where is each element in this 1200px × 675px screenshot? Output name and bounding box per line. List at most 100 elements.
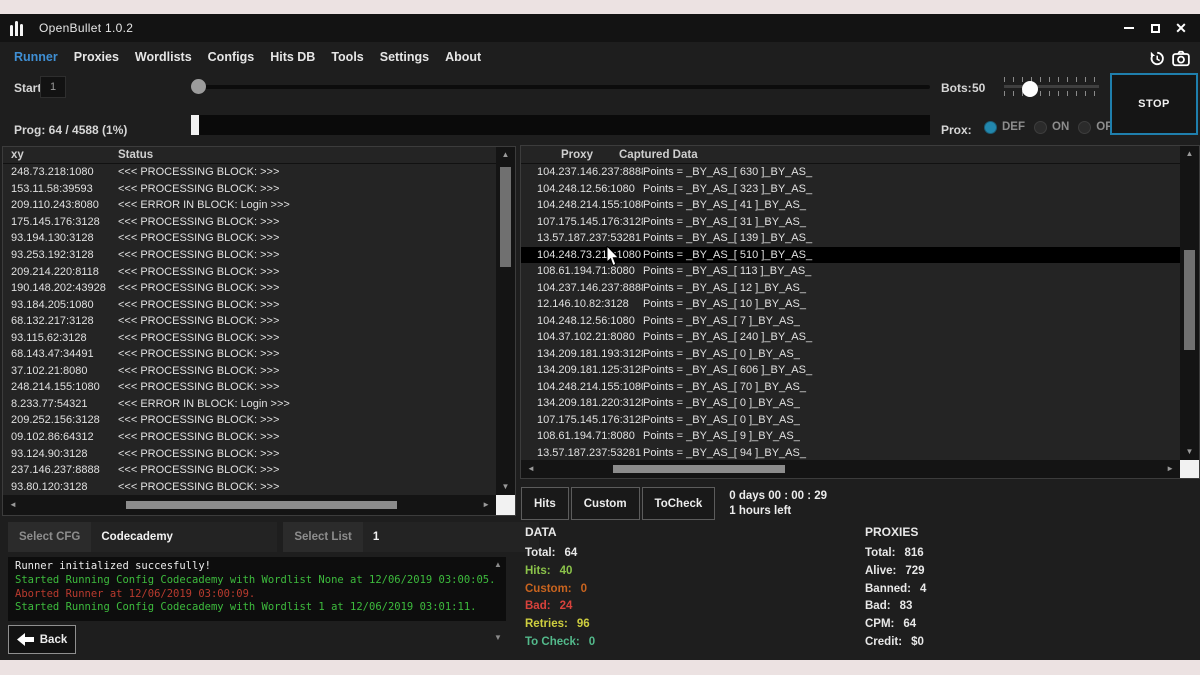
log-line: Runner initialized succesfully! <box>15 560 499 574</box>
scroll-down-icon[interactable]: ▼ <box>1186 448 1194 456</box>
column-header-status[interactable]: Status <box>118 149 515 161</box>
menu-item[interactable]: Proxies <box>74 50 119 64</box>
scroll-up-icon[interactable]: ▲ <box>494 561 502 569</box>
table-row[interactable]: 13.57.187.237:53281 Points = _BY_AS_[ 13… <box>521 230 1180 247</box>
vertical-scrollbar[interactable]: ▲ ▼ <box>1180 146 1199 460</box>
table-row[interactable]: 134.209.181.220:3128 Points = _BY_AS_[ 0… <box>521 395 1180 412</box>
column-header-proxy[interactable]: Proxy <box>521 149 619 161</box>
menu-item[interactable]: Runner <box>14 50 58 64</box>
table-row[interactable]: 13.57.187.237:53281 Points = _BY_AS_[ 94… <box>521 445 1180 461</box>
scroll-up-icon[interactable]: ▲ <box>1186 150 1194 158</box>
table-row[interactable]: 209.252.156:3128 <<< PROCESSING BLOCK: >… <box>3 412 496 429</box>
start-slider-thumb[interactable] <box>191 79 206 94</box>
bots-slider[interactable] <box>1004 77 1099 101</box>
table-row[interactable]: 108.61.194.71:8080 Points = _BY_AS_[ 9 ]… <box>521 428 1180 445</box>
horizontal-scrollbar[interactable]: ◄ ► <box>521 460 1180 478</box>
select-list-button[interactable]: Select List <box>283 522 363 552</box>
table-row[interactable]: 93.80.120:3128 <<< PROCESSING BLOCK: >>> <box>3 478 496 495</box>
table-row[interactable]: 104.248.214.155:1080 Points = _BY_AS_[ 4… <box>521 197 1180 214</box>
log-console[interactable]: Runner initialized succesfully!Started R… <box>8 557 506 621</box>
results-tab[interactable]: Custom <box>571 487 640 520</box>
table-row[interactable]: 68.132.217:3128 <<< PROCESSING BLOCK: >>… <box>3 313 496 330</box>
menu-item[interactable]: Configs <box>208 50 255 64</box>
table-row[interactable]: 190.148.202:43928 <<< PROCESSING BLOCK: … <box>3 280 496 297</box>
start-slider[interactable] <box>191 85 930 89</box>
table-row[interactable]: 209.214.220:8118 <<< PROCESSING BLOCK: >… <box>3 263 496 280</box>
cell-proxy: 93.184.205:1080 <box>3 299 118 311</box>
proxy-mode-radio[interactable]: DEF <box>984 121 1025 134</box>
scroll-down-icon[interactable]: ▼ <box>494 634 502 642</box>
table-row[interactable]: 93.124.90:3128 <<< PROCESSING BLOCK: >>> <box>3 445 496 462</box>
table-row[interactable]: 248.73.218:1080 <<< PROCESSING BLOCK: >>… <box>3 164 496 181</box>
table-row[interactable]: 175.145.176:3128 <<< PROCESSING BLOCK: >… <box>3 214 496 231</box>
start-input[interactable] <box>40 76 66 98</box>
table-row[interactable]: 134.209.181.125:3128 Points = _BY_AS_[ 6… <box>521 362 1180 379</box>
minimize-button[interactable] <box>1116 15 1142 41</box>
history-icon[interactable] <box>1148 50 1165 67</box>
stat-label: CPM: <box>865 618 894 630</box>
bots-slider-thumb[interactable] <box>1022 81 1038 97</box>
menu-item[interactable]: About <box>445 50 481 64</box>
maximize-button[interactable] <box>1142 15 1168 41</box>
column-header-proxy[interactable]: xy <box>3 149 118 161</box>
table-row[interactable]: 104.237.146.237:8888 Points = _BY_AS_[ 6… <box>521 164 1180 181</box>
table-row[interactable]: 104.37.102.21:8080 Points = _BY_AS_[ 240… <box>521 329 1180 346</box>
results-tab[interactable]: Hits <box>521 487 569 520</box>
table-row[interactable]: 237.146.237:8888 <<< PROCESSING BLOCK: >… <box>3 462 496 479</box>
stop-button[interactable]: STOP <box>1110 73 1198 135</box>
table-header: Proxy Captured Data <box>521 146 1199 164</box>
stat-value: 4 <box>920 583 926 595</box>
table-row[interactable]: 93.253.192:3128 <<< PROCESSING BLOCK: >>… <box>3 247 496 264</box>
cell-captured-data: Points = _BY_AS_[ 323 ]_BY_AS_ <box>643 183 1180 195</box>
scrollbar-thumb[interactable] <box>613 465 784 473</box>
menu-item[interactable]: Tools <box>331 50 363 64</box>
table-row[interactable]: 153.11.58:39593 <<< PROCESSING BLOCK: >>… <box>3 181 496 198</box>
table-row[interactable]: 68.143.47:34491 <<< PROCESSING BLOCK: >>… <box>3 346 496 363</box>
table-row[interactable]: 93.115.62:3128 <<< PROCESSING BLOCK: >>> <box>3 329 496 346</box>
table-row[interactable]: 107.175.145.176:3128 Points = _BY_AS_[ 0… <box>521 412 1180 429</box>
scrollbar-thumb[interactable] <box>1184 250 1195 350</box>
close-button[interactable]: ✕ <box>1168 15 1194 41</box>
tick-marks <box>1004 91 1099 96</box>
camera-icon[interactable] <box>1172 50 1190 67</box>
scroll-left-icon[interactable]: ◄ <box>9 501 17 509</box>
back-arrow-icon <box>17 633 34 646</box>
table-row[interactable]: 93.184.205:1080 <<< PROCESSING BLOCK: >>… <box>3 296 496 313</box>
back-button[interactable]: Back <box>8 625 76 654</box>
scroll-down-icon[interactable]: ▼ <box>502 483 510 491</box>
table-row[interactable]: 134.209.181.193:3128 Points = _BY_AS_[ 0… <box>521 346 1180 363</box>
proxy-mode-radio[interactable]: ON <box>1034 121 1069 134</box>
table-row[interactable]: 104.248.12.56:1080 Points = _BY_AS_[ 7 ]… <box>521 313 1180 330</box>
menu-item[interactable]: Wordlists <box>135 50 192 64</box>
menu-item[interactable]: Settings <box>380 50 429 64</box>
table-row[interactable]: 104.237.146.237:8888 Points = _BY_AS_[ 1… <box>521 280 1180 297</box>
scroll-up-icon[interactable]: ▲ <box>502 151 510 159</box>
table-row[interactable]: 09.102.86:64312 <<< PROCESSING BLOCK: >>… <box>3 429 496 446</box>
progress-label: Prog: 64 / 4588 (1%) <box>14 123 127 137</box>
table-row[interactable]: 93.194.130:3128 <<< PROCESSING BLOCK: >>… <box>3 230 496 247</box>
hits-table: Proxy Captured Data 104.237.146.237:8888… <box>520 145 1200 479</box>
table-row[interactable]: 104.248.214.155:1080 Points = _BY_AS_[ 7… <box>521 379 1180 396</box>
cell-captured-data: Points = _BY_AS_[ 70 ]_BY_AS_ <box>643 381 1180 393</box>
table-row[interactable]: 37.102.21:8080 <<< PROCESSING BLOCK: >>> <box>3 363 496 380</box>
results-tab[interactable]: ToCheck <box>642 487 716 520</box>
horizontal-scrollbar[interactable]: ◄ ► <box>3 495 496 515</box>
table-row[interactable]: 8.233.77:54321 <<< ERROR IN BLOCK: Login… <box>3 396 496 413</box>
scroll-right-icon[interactable]: ► <box>1166 465 1174 473</box>
scrollbar-thumb[interactable] <box>126 501 397 509</box>
table-row[interactable]: 104.248.12.56:1080 Points = _BY_AS_[ 323… <box>521 181 1180 198</box>
cell-proxy: 104.237.146.237:8888 <box>521 166 643 178</box>
scroll-right-icon[interactable]: ► <box>482 501 490 509</box>
table-row[interactable]: 12.146.10.82:3128 Points = _BY_AS_[ 10 ]… <box>521 296 1180 313</box>
vertical-scrollbar[interactable]: ▲ ▼ <box>496 147 515 495</box>
stat-label: Bad: <box>865 600 891 612</box>
scrollbar-thumb[interactable] <box>500 167 511 267</box>
table-row[interactable]: 209.110.243:8080 <<< ERROR IN BLOCK: Log… <box>3 197 496 214</box>
scroll-left-icon[interactable]: ◄ <box>527 465 535 473</box>
table-row[interactable]: 107.175.145.176:3128 Points = _BY_AS_[ 3… <box>521 214 1180 231</box>
table-row[interactable]: 248.214.155:1080 <<< PROCESSING BLOCK: >… <box>3 379 496 396</box>
column-header-captured-data[interactable]: Captured Data <box>619 149 1199 161</box>
menu-item[interactable]: Hits DB <box>270 50 315 64</box>
select-cfg-button[interactable]: Select CFG <box>8 522 91 552</box>
stat-value: 96 <box>577 618 590 630</box>
